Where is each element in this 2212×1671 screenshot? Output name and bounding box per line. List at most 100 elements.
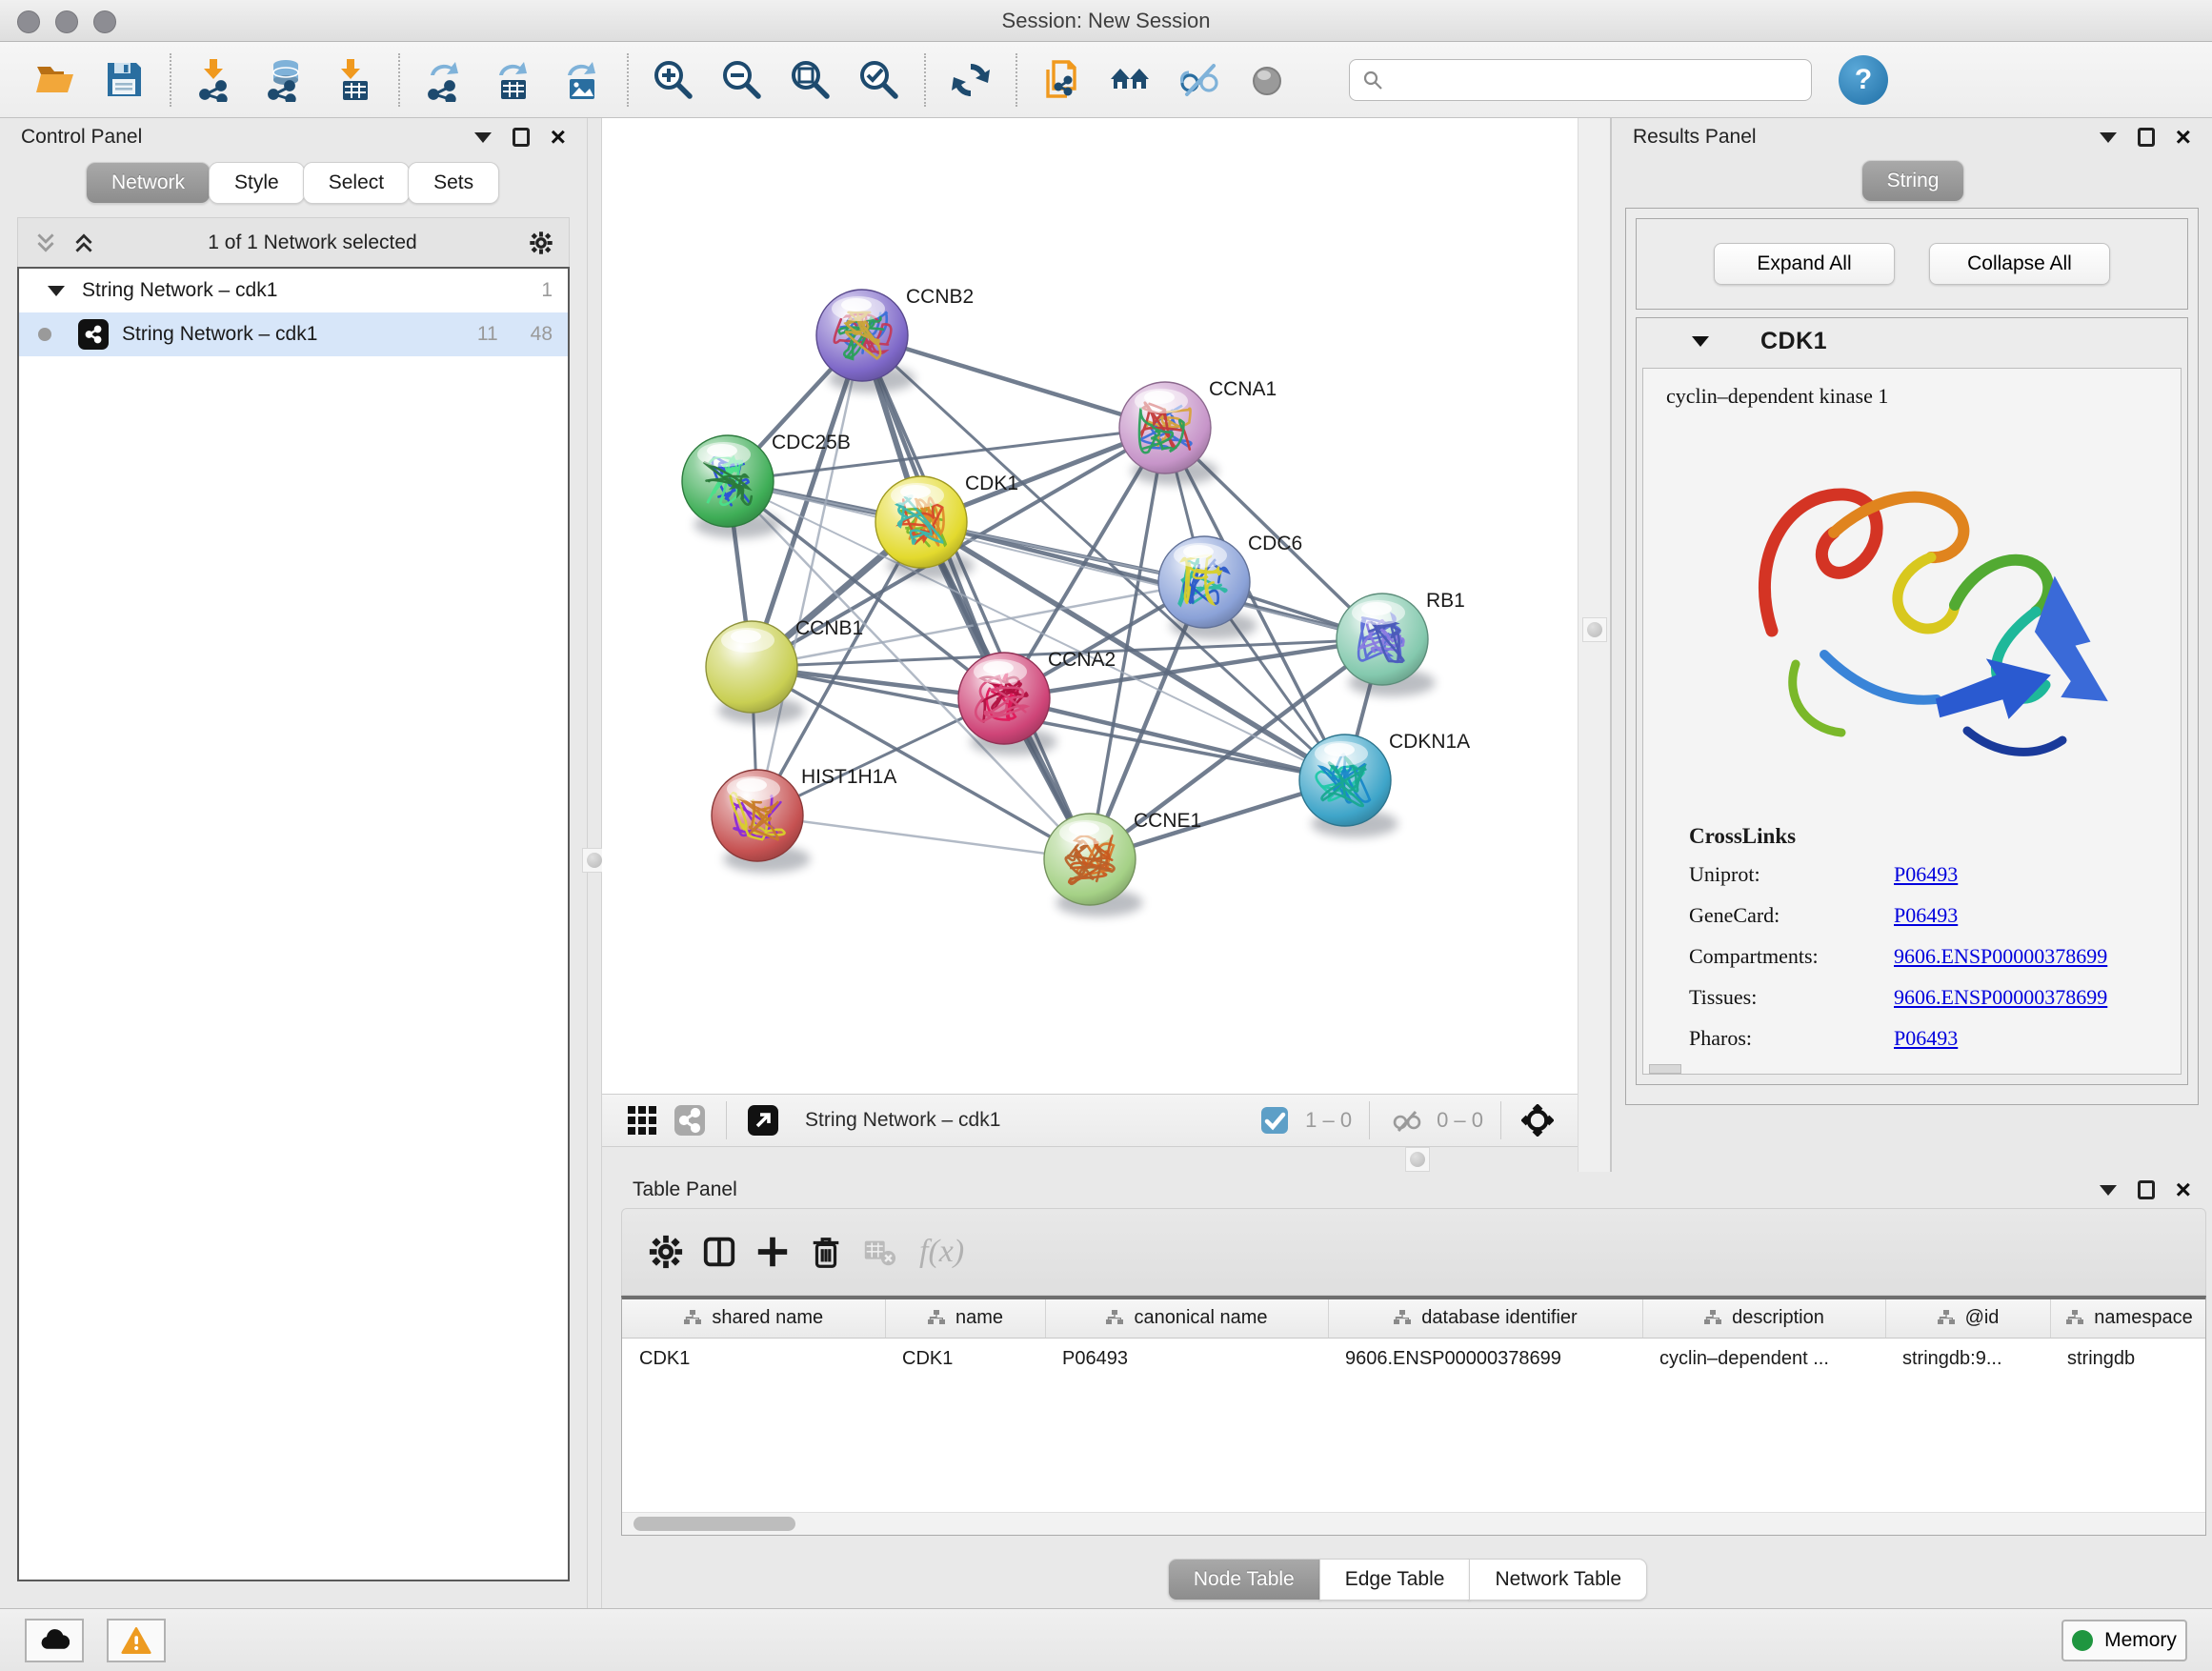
first-neighbors-button[interactable] — [1101, 50, 1160, 110]
node-CCNA2[interactable]: CCNA2 — [958, 649, 1116, 755]
table-cell[interactable]: P06493 — [1045, 1338, 1328, 1379]
tab-network-table[interactable]: Network Table — [1469, 1559, 1647, 1601]
add-column-button[interactable] — [746, 1225, 799, 1278]
panel-menu-icon[interactable] — [2100, 132, 2117, 143]
minimize-window-button[interactable] — [55, 10, 78, 33]
table-cell[interactable]: cyclin–dependent ... — [1642, 1338, 1885, 1379]
right-splitter-handle[interactable] — [1582, 617, 1607, 642]
tab-edge-table[interactable]: Edge Table — [1319, 1559, 1471, 1601]
node-CCNE1[interactable]: CCNE1 — [1044, 810, 1201, 916]
scrollbar-thumb[interactable] — [633, 1517, 795, 1531]
zoom-selected-button[interactable] — [850, 50, 909, 110]
import-table-button[interactable] — [324, 50, 383, 110]
column-header-databaseidentifier[interactable]: database identifier — [1328, 1299, 1642, 1338]
delete-table-button[interactable] — [853, 1225, 906, 1278]
horizontal-splitter-handle[interactable] — [1405, 1147, 1430, 1172]
export-image-button[interactable] — [553, 50, 612, 110]
panel-menu-icon[interactable] — [474, 132, 492, 143]
table-cell[interactable]: 9606.ENSP00000378699 — [1328, 1338, 1642, 1379]
birdseye-view-icon[interactable] — [744, 1101, 782, 1139]
crosslink-link[interactable]: 9606.ENSP00000378699 — [1894, 944, 2107, 968]
import-network-button[interactable] — [187, 50, 246, 110]
save-session-button[interactable] — [95, 50, 154, 110]
gene-section-header[interactable]: CDK1 — [1637, 318, 2187, 364]
export-table-button[interactable] — [484, 50, 543, 110]
gear-icon[interactable] — [529, 231, 553, 255]
table-horizontal-scrollbar[interactable] — [622, 1512, 2205, 1535]
function-builder-button[interactable]: f(x) — [919, 1234, 964, 1270]
table-row[interactable]: CDK1CDK1P064939606.ENSP00000378699cyclin… — [622, 1338, 2206, 1379]
zoom-in-button[interactable] — [644, 50, 703, 110]
collapse-all-button[interactable]: Collapse All — [1929, 243, 2110, 285]
grid-view-icon[interactable] — [623, 1101, 661, 1139]
node-HIST1H1A[interactable]: HIST1H1A — [712, 766, 896, 873]
zoom-out-button[interactable] — [713, 50, 772, 110]
crosslink-link[interactable]: 9606.ENSP00000378699 — [1894, 985, 2107, 1009]
tab-sets[interactable]: Sets — [408, 162, 499, 204]
clone-network-button[interactable] — [1033, 50, 1092, 110]
search-field[interactable] — [1349, 59, 1812, 101]
show-columns-button[interactable] — [693, 1225, 746, 1278]
panel-float-icon[interactable] — [2138, 128, 2155, 147]
tree-expander-icon[interactable] — [48, 286, 65, 296]
tab-style[interactable]: Style — [209, 162, 305, 204]
panel-close-icon[interactable]: × — [551, 124, 566, 151]
network-canvas[interactable]: CCNB2CCNA1CDC25BCDK1CDC6RB1CCNB1CCNA2CDK… — [602, 118, 1578, 1094]
cloud-button[interactable] — [25, 1619, 84, 1662]
export-network-button[interactable] — [415, 50, 474, 110]
collapse-all-icon[interactable] — [33, 231, 58, 255]
tab-network[interactable]: Network — [86, 162, 211, 204]
column-header-canonicalname[interactable]: canonical name — [1045, 1299, 1328, 1338]
table-cell[interactable]: CDK1 — [885, 1338, 1045, 1379]
table-cell[interactable]: stringdb — [2050, 1338, 2206, 1379]
edge-CCNE1-HIST1H1A[interactable] — [757, 815, 1090, 859]
column-header-id[interactable]: @id — [1885, 1299, 2050, 1338]
network-row[interactable]: String Network – cdk1 11 48 — [19, 312, 568, 356]
node-CDKN1A[interactable]: CDKN1A — [1299, 731, 1470, 837]
refresh-button[interactable] — [941, 50, 1000, 110]
tab-node-table[interactable]: Node Table — [1168, 1559, 1320, 1601]
left-splitter[interactable] — [587, 118, 602, 1608]
zoom-fit-button[interactable] — [781, 50, 840, 110]
fit-content-icon[interactable] — [1518, 1101, 1557, 1139]
panel-menu-icon[interactable] — [2100, 1185, 2117, 1196]
right-splitter[interactable] — [1578, 118, 1610, 1172]
crosslink-link[interactable]: P06493 — [1894, 1026, 1958, 1050]
expand-all-icon[interactable] — [71, 231, 96, 255]
horizontal-splitter[interactable] — [602, 1147, 1578, 1172]
table-cell[interactable]: stringdb:9... — [1885, 1338, 2050, 1379]
selected-checkbox-icon[interactable] — [1256, 1101, 1294, 1139]
search-input[interactable] — [1392, 60, 1800, 100]
crosslink-link[interactable]: P06493 — [1894, 903, 1958, 927]
hidden-eye-slash-icon[interactable] — [1387, 1101, 1425, 1139]
panel-float-icon[interactable] — [513, 128, 530, 147]
node-CDC25B[interactable]: CDC25B — [682, 432, 851, 538]
zoom-window-button[interactable] — [93, 10, 116, 33]
open-session-button[interactable] — [27, 50, 86, 110]
column-header-name[interactable]: name — [885, 1299, 1045, 1338]
collapse-gene-icon[interactable] — [1692, 336, 1709, 347]
network-collection-row[interactable]: String Network – cdk1 1 — [19, 269, 568, 312]
column-header-namespace[interactable]: namespace — [2050, 1299, 2206, 1338]
memory-button[interactable]: Memory — [2061, 1620, 2187, 1661]
help-button[interactable]: ? — [1839, 55, 1888, 105]
panel-float-icon[interactable] — [2138, 1180, 2155, 1199]
share-view-icon[interactable] — [671, 1101, 709, 1139]
panel-close-icon[interactable]: × — [2176, 1177, 2191, 1203]
crosslink-link[interactable]: P06493 — [1894, 862, 1958, 886]
table-settings-button[interactable] — [639, 1225, 693, 1278]
show-graphics-details-button[interactable] — [1238, 50, 1297, 110]
hide-graphics-details-button[interactable] — [1170, 50, 1229, 110]
column-header-sharedname[interactable]: shared name — [622, 1299, 885, 1338]
warning-button[interactable] — [107, 1619, 166, 1662]
panel-close-icon[interactable]: × — [2176, 124, 2191, 151]
tab-select[interactable]: Select — [303, 162, 410, 204]
node-CCNA1[interactable]: CCNA1 — [1119, 378, 1277, 485]
tab-string[interactable]: String — [1861, 160, 1965, 202]
node-CDC6[interactable]: CDC6 — [1158, 533, 1302, 639]
table-cell[interactable]: CDK1 — [622, 1338, 885, 1379]
node-CCNB2[interactable]: CCNB2 — [816, 286, 974, 393]
scrollbar-stub[interactable] — [1649, 1064, 1681, 1074]
delete-column-button[interactable] — [799, 1225, 853, 1278]
node-RB1[interactable]: RB1 — [1337, 590, 1465, 696]
